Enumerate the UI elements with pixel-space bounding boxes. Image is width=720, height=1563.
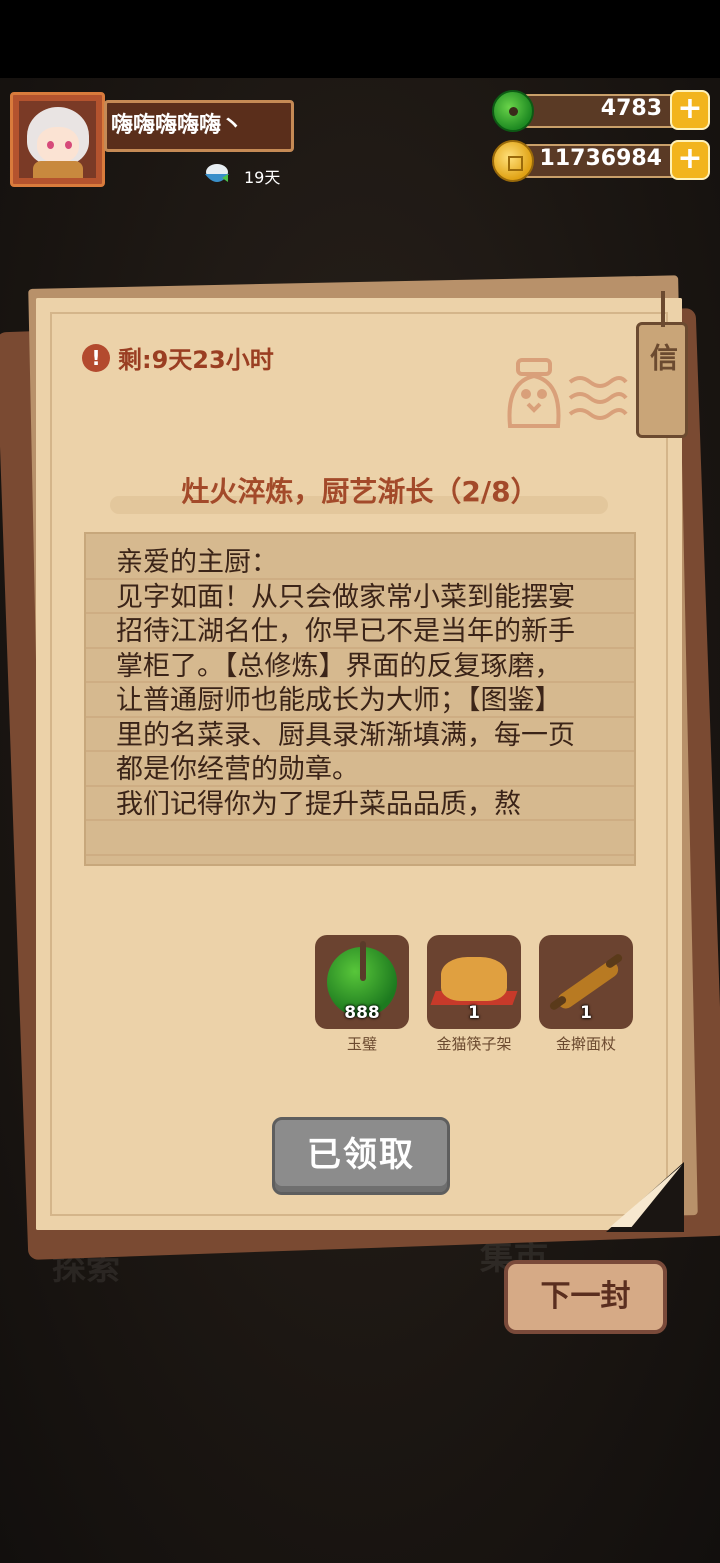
reward-item-cat-rest[interactable]: 1 bbox=[427, 935, 521, 1029]
reward-label: 金猫筷子架 bbox=[436, 1035, 512, 1053]
player-name[interactable]: 嗨嗨嗨嗨嗨丶 bbox=[104, 100, 294, 152]
reward-item-jade[interactable]: 888 bbox=[315, 935, 409, 1029]
coin-amount: 11736984 bbox=[539, 146, 662, 171]
next-letter-button[interactable]: 下一封 bbox=[504, 1260, 667, 1334]
reward-label: 玉璧 bbox=[346, 1035, 377, 1053]
days-count: 19天 bbox=[244, 168, 281, 187]
reward-item-rolling-pin[interactable]: 1 bbox=[539, 935, 633, 1029]
letter-title: 灶火淬炼，厨艺渐长（2/8） bbox=[181, 475, 539, 508]
player-avatar[interactable] bbox=[10, 92, 105, 187]
reward-label: 金擀面杖 bbox=[555, 1035, 616, 1053]
duck-postmark-icon bbox=[507, 358, 628, 428]
golden-cat-chopstick-rest-icon bbox=[441, 957, 507, 1001]
tag-glyph: 信 bbox=[646, 343, 679, 371]
letter-body-box[interactable]: 亲爱的主厨： 见字如面！从只会做家常小菜到能摆宴招待江湖名仕，你早已不是当年的新… bbox=[84, 532, 636, 866]
reward-qty: 888 bbox=[344, 1003, 380, 1023]
letter-tag: 信 bbox=[636, 291, 688, 438]
jade-amount: 4783 bbox=[600, 96, 662, 121]
jade-icon bbox=[492, 90, 534, 132]
warning-icon: ! bbox=[82, 344, 110, 372]
reward-qty: 1 bbox=[580, 1003, 592, 1023]
claimed-button[interactable]: 已领取 bbox=[272, 1117, 450, 1195]
status-bar bbox=[0, 0, 720, 78]
add-coins-button[interactable]: + bbox=[670, 140, 710, 180]
jade-counter: 4783 + bbox=[492, 90, 710, 132]
rice-bowl-icon bbox=[205, 164, 229, 182]
reward-qty: 1 bbox=[468, 1003, 480, 1023]
add-jade-button[interactable]: + bbox=[670, 90, 710, 130]
coin-icon bbox=[492, 140, 534, 182]
coin-counter: 11736984 + bbox=[492, 140, 710, 182]
letter-body: 亲爱的主厨： 见字如面！从只会做家常小菜到能摆宴招待江湖名仕，你早已不是当年的新… bbox=[116, 547, 575, 820]
time-remaining: 剩:9天23小时 bbox=[118, 346, 274, 374]
